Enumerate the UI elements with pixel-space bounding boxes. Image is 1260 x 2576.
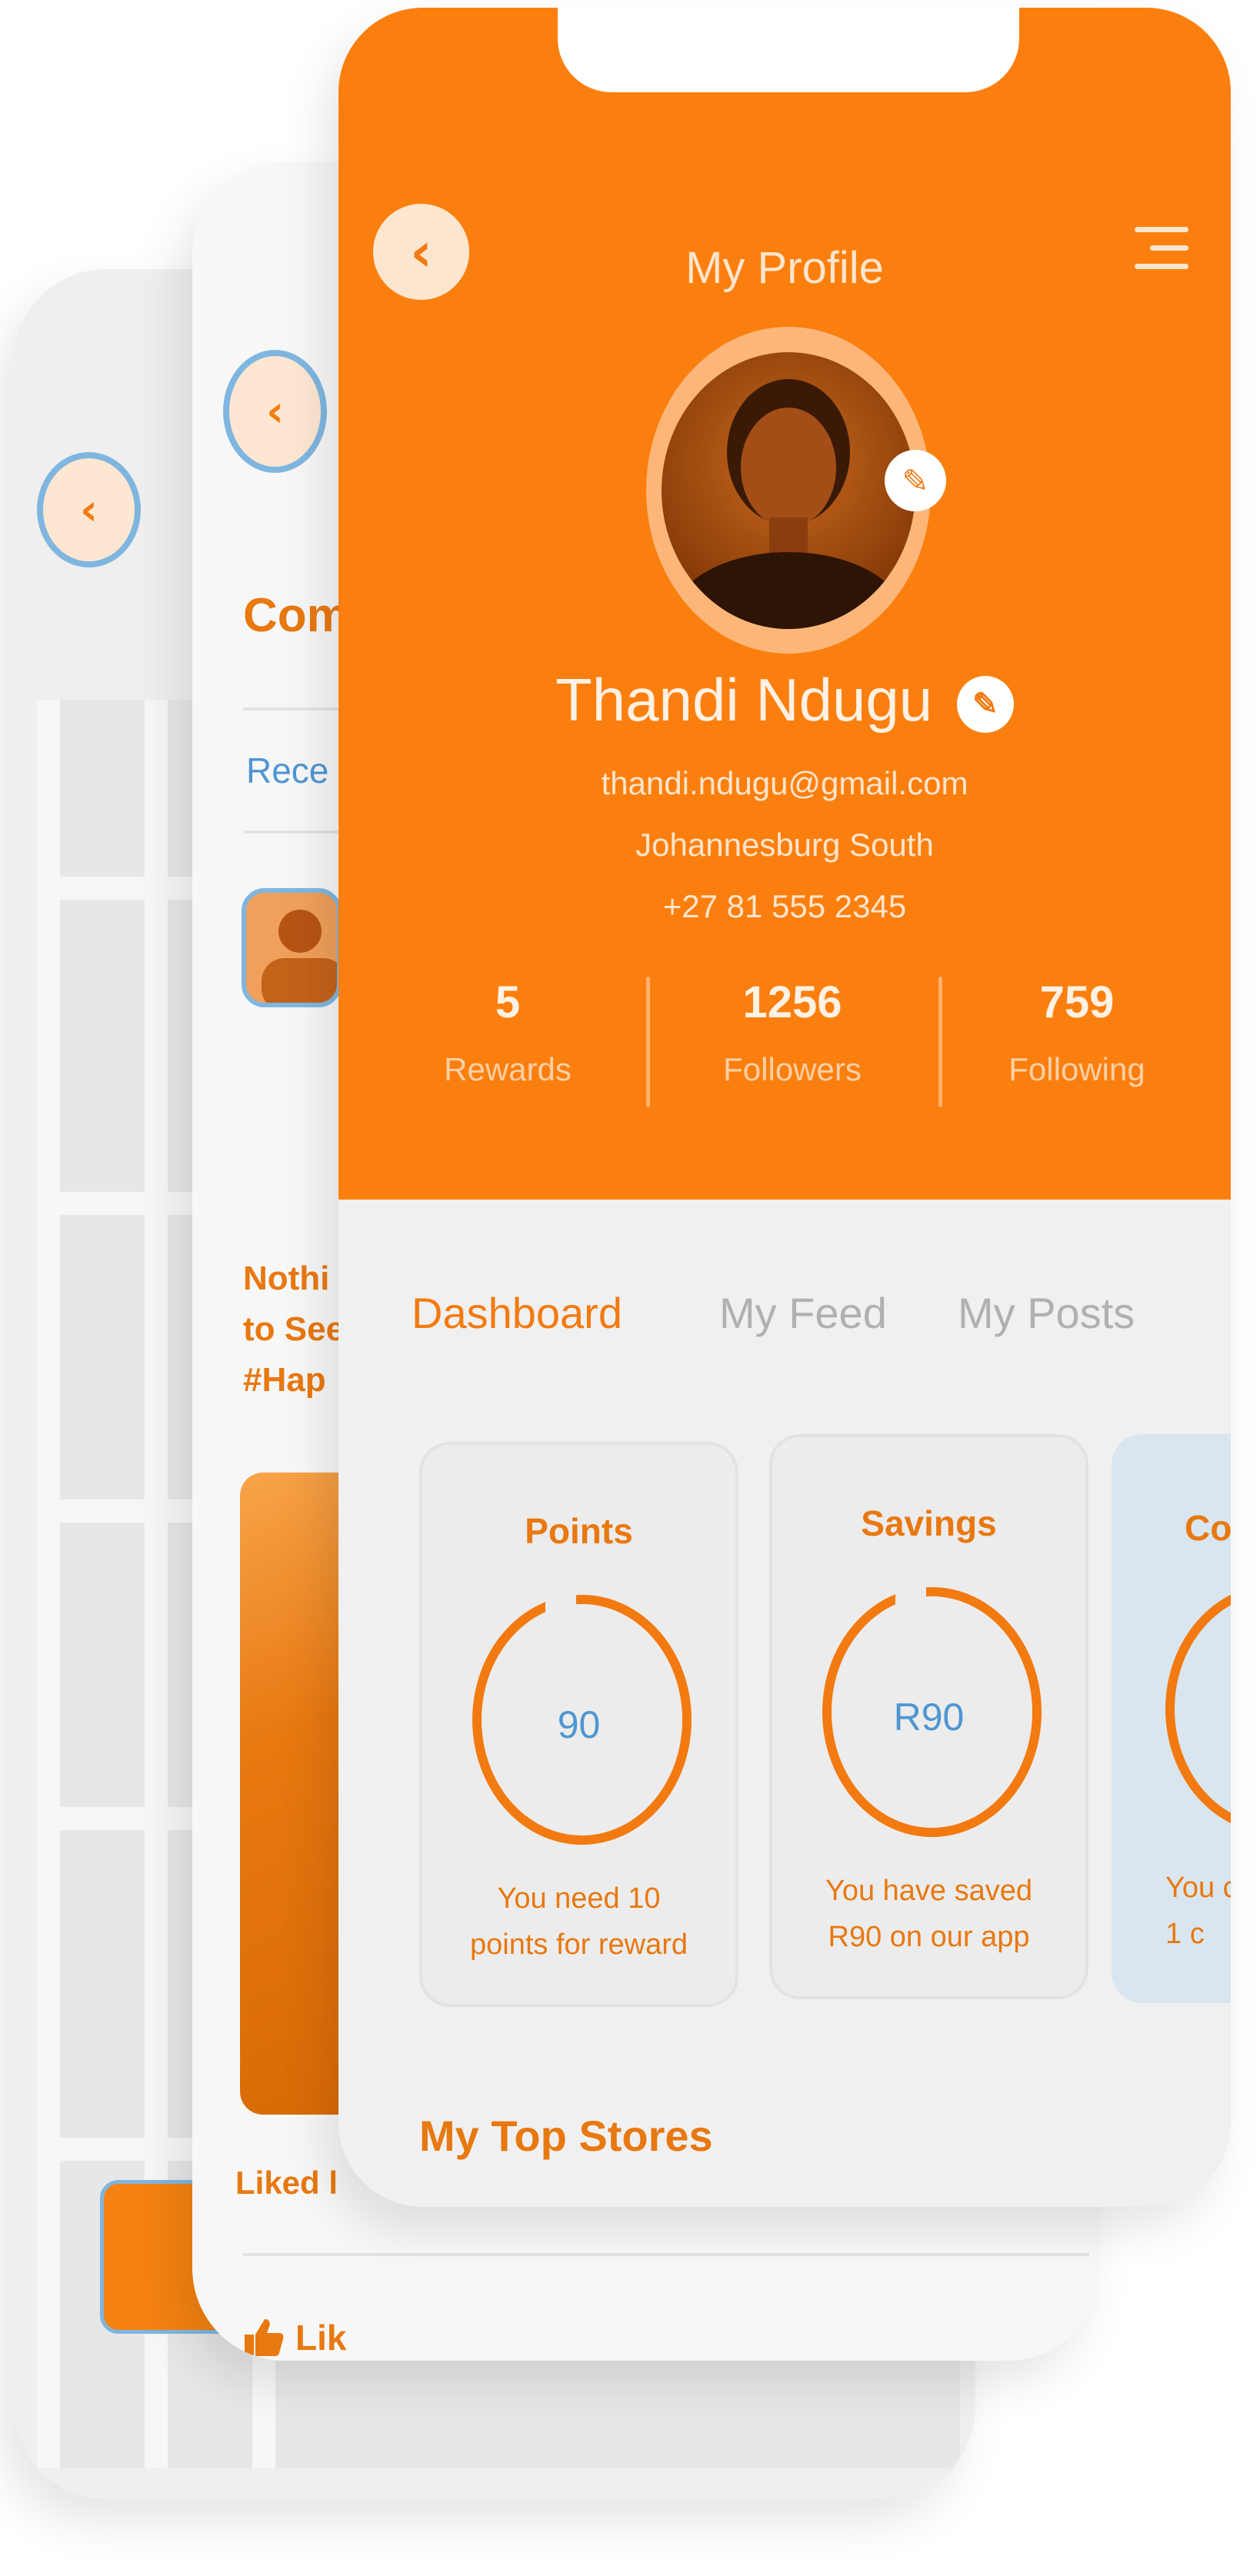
card-description: You have saved R90 on our app <box>825 1875 1033 1953</box>
stat-label: Followers <box>723 1051 862 1087</box>
card-description: You need 10 points for reward <box>469 1882 688 1961</box>
card-value: R90 <box>893 1696 965 1739</box>
user-name-row: Thandi Ndugu ✎ <box>338 665 1231 735</box>
avatar[interactable] <box>662 352 915 629</box>
back-button[interactable]: ‹ <box>37 452 141 567</box>
front-phone-profile-screen: ‹ My Profile ✎ Thandi Ndugu ✎ thandi.ndu… <box>338 8 1231 2207</box>
stat-divider <box>646 977 650 1107</box>
stat-label: Rewards <box>444 1051 572 1087</box>
chevron-left-icon: ‹ <box>79 484 98 535</box>
pencil-icon: ✎ <box>902 461 929 500</box>
edit-name-button[interactable]: ✎ <box>956 676 1014 734</box>
user-phone: +27 81 555 2345 <box>662 888 907 924</box>
stat-value: 759 <box>1039 977 1115 1027</box>
person-icon <box>262 910 337 1003</box>
profile-header: ‹ My Profile ✎ Thandi Ndugu ✎ thandi.ndu… <box>338 8 1231 1200</box>
phone-notch <box>558 8 1019 92</box>
tab-my-posts[interactable]: My Posts <box>958 1288 1135 1338</box>
chevron-left-icon: ‹ <box>265 386 285 437</box>
thumbs-up-icon <box>245 2319 284 2356</box>
card-title: Co <box>1185 1508 1231 1548</box>
stat-rewards[interactable]: 5 Rewards <box>385 977 631 1088</box>
like-label: Lik <box>295 2318 347 2358</box>
stat-value: 1256 <box>742 977 842 1027</box>
liked-by-text: Liked l <box>235 2165 338 2201</box>
card-value: 90 <box>557 1703 601 1746</box>
section-title-top-stores: My Top Stores <box>419 2112 713 2160</box>
points-card[interactable]: Points 90 You need 10 points for reward <box>419 1442 738 2007</box>
partial-card[interactable]: Co You c 1 c <box>1112 1434 1231 2003</box>
edit-avatar-button[interactable]: ✎ <box>885 450 946 511</box>
card-title: Savings <box>861 1503 997 1543</box>
profile-photo <box>673 379 904 629</box>
stat-value: 5 <box>495 977 521 1027</box>
stat-label: Following <box>1008 1051 1145 1087</box>
card-description: You c 1 c <box>1165 1872 1231 1950</box>
post-author-avatar[interactable] <box>242 888 342 1007</box>
pencil-icon: ✎ <box>972 687 998 722</box>
stat-followers[interactable]: 1256 Followers <box>669 977 915 1088</box>
back-button[interactable]: ‹ <box>223 350 327 473</box>
progress-ring <box>1165 1584 1231 1834</box>
menu-icon[interactable] <box>1135 227 1188 273</box>
user-email: thandi.ndugu@gmail.com <box>601 765 968 801</box>
tab-dashboard[interactable]: Dashboard <box>412 1288 622 1338</box>
savings-card[interactable]: Savings R90 You have saved R90 on our ap… <box>769 1434 1088 1999</box>
community-title: Com <box>243 589 349 642</box>
page-title: My Profile <box>685 243 884 293</box>
divider <box>243 2253 1089 2256</box>
ring-gap <box>545 1583 576 1614</box>
ring-gap <box>895 1576 926 1606</box>
like-button[interactable]: Lik <box>238 2315 346 2361</box>
tab-my-feed[interactable]: My Feed <box>719 1288 887 1338</box>
stat-following[interactable]: 759 Following <box>954 977 1200 1088</box>
tab-recent[interactable]: Rece <box>246 750 328 791</box>
stat-divider <box>938 977 942 1107</box>
user-location: Johannesburg South <box>635 827 934 863</box>
user-name: Thandi Ndugu <box>555 666 933 734</box>
card-title: Points <box>525 1511 633 1551</box>
